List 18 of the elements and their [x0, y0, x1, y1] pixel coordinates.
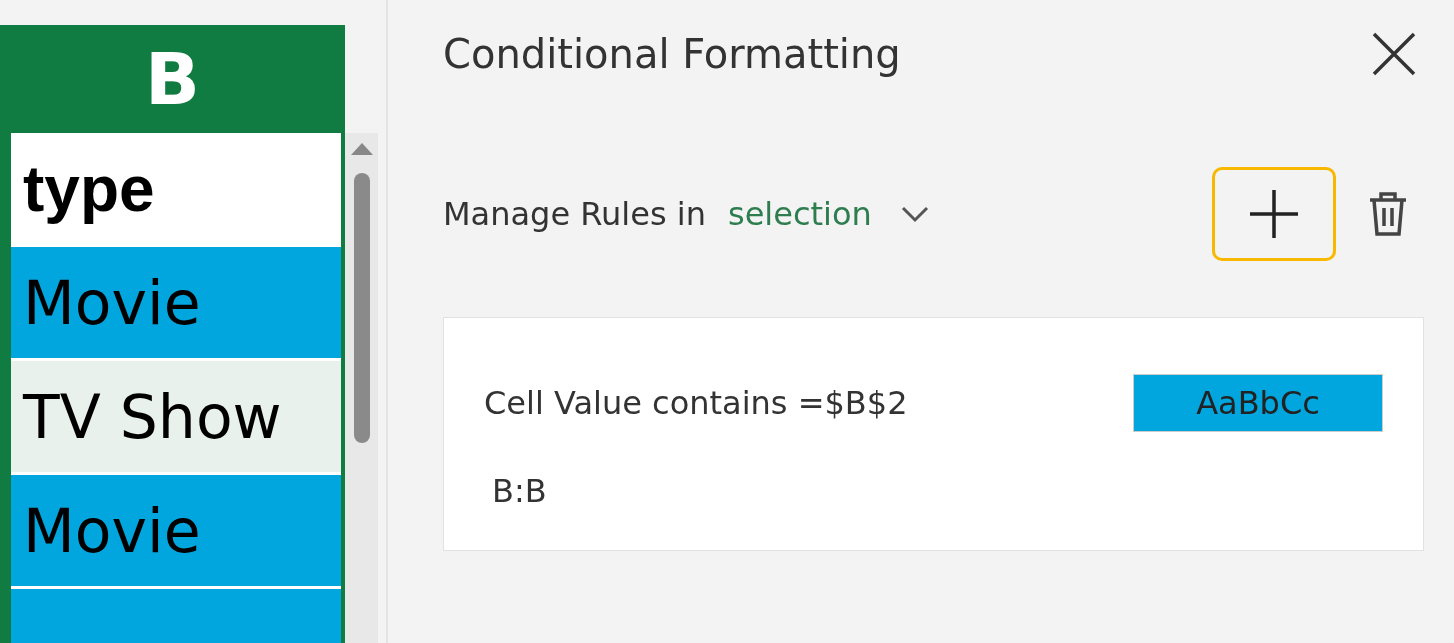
- manage-rules-label: Manage Rules in: [443, 195, 706, 233]
- scroll-thumb[interactable]: [353, 173, 370, 443]
- table-cell: Movie: [11, 247, 341, 361]
- column-header[interactable]: B: [0, 25, 345, 133]
- add-rule-button[interactable]: [1212, 167, 1336, 261]
- table-cell: TV Show: [11, 361, 341, 475]
- scroll-bar[interactable]: [345, 133, 378, 643]
- rule-range: B:B: [491, 472, 548, 510]
- scope-dropdown[interactable]: selection: [727, 195, 930, 233]
- format-preview: AaBbCc: [1133, 374, 1383, 432]
- table-cell: Movie: [11, 475, 341, 589]
- chevron-down-icon: [899, 204, 930, 224]
- table-cell: type: [11, 133, 341, 247]
- close-icon[interactable]: [1370, 30, 1418, 78]
- panel-title: Conditional Formatting: [443, 31, 901, 77]
- plus-icon: [1248, 188, 1300, 240]
- rule-card[interactable]: Cell Value contains =$B$2 AaBbCc B:B: [443, 317, 1424, 551]
- rule-condition: Cell Value contains =$B$2: [484, 384, 908, 422]
